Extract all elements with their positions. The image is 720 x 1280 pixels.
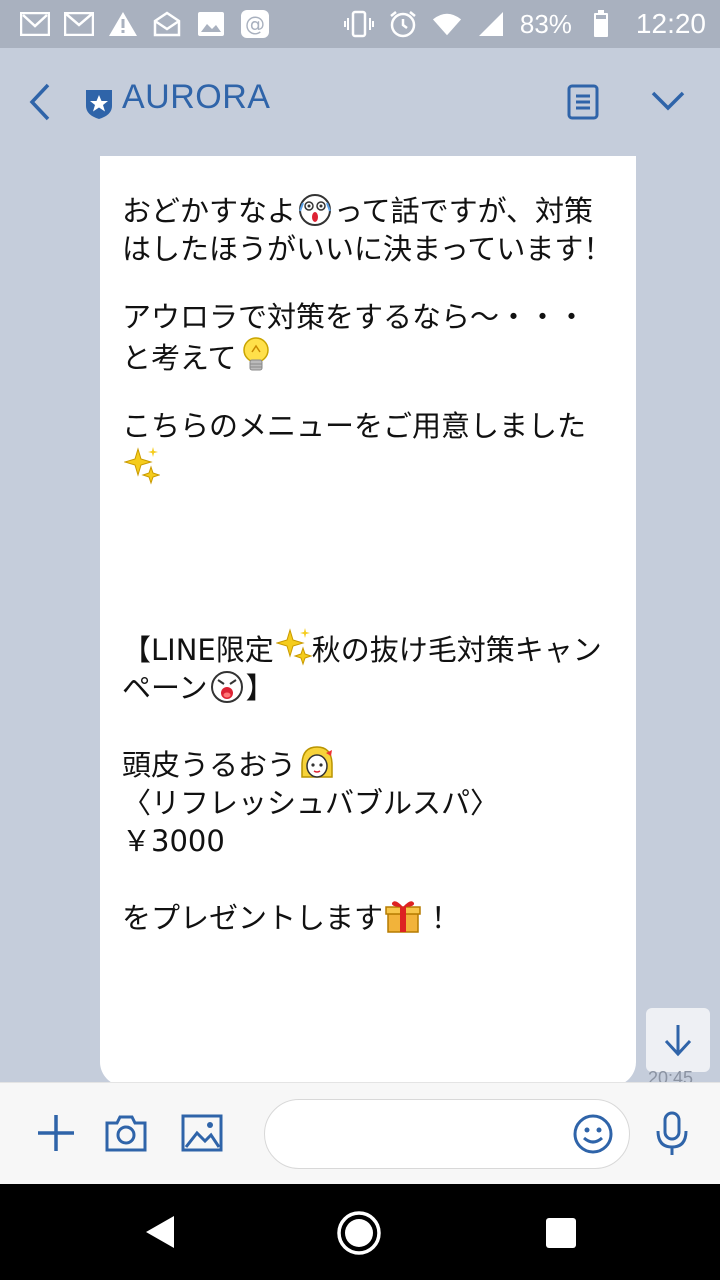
- blonde-girl-emoji-icon: [298, 745, 333, 779]
- voice-button[interactable]: [654, 1111, 690, 1157]
- battery-icon: [586, 9, 616, 39]
- line-notification-icon: [20, 9, 50, 39]
- message-paragraph-4: 【LINE限定 秋の抜け毛対策キャンペーン】: [122, 626, 614, 707]
- message-input-bar: [0, 1082, 720, 1185]
- add-button[interactable]: [36, 1113, 76, 1153]
- nav-recents-button[interactable]: [546, 1218, 576, 1248]
- lightbulb-emoji-icon: [239, 336, 273, 371]
- system-navigation-bar: [0, 1184, 720, 1280]
- back-icon: [29, 83, 50, 121]
- message-price: ￥3000: [122, 824, 225, 858]
- chat-area[interactable]: おどかすなよ って話ですが、対策はしたほうがいいに決まっています！ アウロラで対策…: [0, 156, 720, 1082]
- sparkles-emoji-icon: [274, 626, 313, 666]
- chat-header: AURORA: [0, 48, 720, 156]
- mail-icon: [64, 9, 94, 39]
- message-text: 【LINE限定: [122, 633, 274, 667]
- photo-button[interactable]: [180, 1113, 224, 1153]
- official-badge-icon: [84, 88, 114, 120]
- scroll-to-bottom-button[interactable]: [646, 1008, 710, 1072]
- message-text: ！: [431, 901, 461, 935]
- message-paragraph-3: こちらのメニューをご用意しました: [122, 407, 614, 488]
- chat-title: AURORA: [122, 78, 271, 116]
- notes-button[interactable]: [566, 84, 600, 120]
- camera-icon: [105, 1115, 147, 1152]
- arrow-down-icon: [664, 1025, 692, 1057]
- signal-icon: [476, 9, 506, 39]
- message-text: をプレゼントします: [122, 901, 384, 935]
- gallery-icon: [196, 9, 226, 39]
- home-circle-icon: [337, 1211, 381, 1255]
- envelope-open-icon: [152, 9, 182, 39]
- emoji-icon: [573, 1114, 613, 1154]
- chevron-down-icon: [651, 91, 685, 111]
- warning-icon: [108, 9, 138, 39]
- message-text: おどかすなよ: [122, 194, 297, 228]
- nav-back-button[interactable]: [140, 1212, 180, 1252]
- menu-toggle-button[interactable]: [650, 88, 686, 114]
- message-text: こちらのメニューをご用意しました: [122, 409, 587, 443]
- surprised-face-emoji-icon: [210, 670, 244, 704]
- clock: 12:20: [635, 8, 706, 39]
- message-paragraph-2: アウロラで対策をするなら〜・・・と考えて: [122, 298, 614, 377]
- message-bubble[interactable]: おどかすなよ って話ですが、対策はしたほうがいいに決まっています！ アウロラで対策…: [100, 156, 636, 1082]
- nav-home-button[interactable]: [336, 1210, 382, 1256]
- image-icon: [181, 1114, 223, 1152]
- svg-text:@: @: [245, 12, 265, 36]
- scared-face-emoji-icon: [298, 193, 332, 227]
- sparkles-emoji-icon: [123, 445, 161, 485]
- message-paragraph-1: おどかすなよ って話ですが、対策はしたほうがいいに決まっています！: [122, 192, 614, 268]
- at-sign-icon: @: [240, 9, 270, 39]
- message-text: 〈リフレッシュバブルスパ〉: [122, 786, 500, 820]
- notes-icon: [567, 84, 599, 120]
- system-status: 83% 12:20: [343, 8, 706, 40]
- notification-icons: @: [20, 9, 270, 39]
- plus-icon: [38, 1115, 74, 1151]
- emoji-button[interactable]: [572, 1113, 614, 1155]
- battery-percent: 83%: [519, 8, 572, 39]
- alarm-icon: [388, 9, 418, 39]
- message-text: 頭皮うるおう: [122, 748, 297, 782]
- vibrate-icon: [343, 9, 374, 39]
- wifi-icon: [432, 9, 462, 39]
- message-paragraph-5: 頭皮うるおう 〈リフレッシュバブルスパ〉 ￥3000: [122, 745, 614, 860]
- camera-button[interactable]: [104, 1113, 148, 1153]
- gift-emoji-icon: [385, 898, 421, 933]
- back-button[interactable]: [26, 82, 56, 122]
- mic-icon: [656, 1111, 688, 1155]
- triangle-back-icon: [146, 1216, 174, 1248]
- message-paragraph-6: をプレゼントします ！: [122, 898, 614, 937]
- message-text: アウロラで対策をするなら〜・・・と考えて: [122, 300, 587, 375]
- status-bar: @ 83% 12:20: [0, 0, 720, 48]
- message-text: 】: [245, 671, 275, 705]
